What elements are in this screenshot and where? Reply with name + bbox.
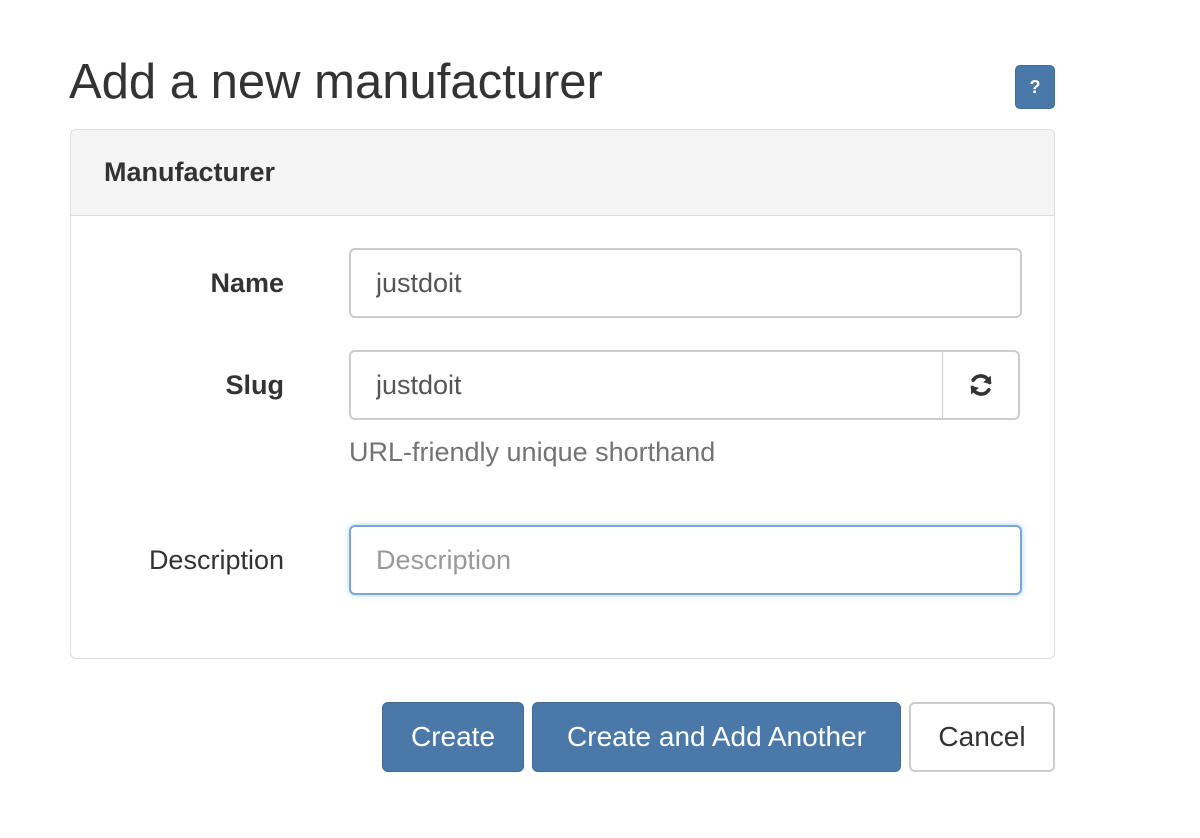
help-icon: ? [1029, 76, 1041, 97]
slug-input[interactable] [349, 350, 943, 420]
manufacturer-panel: Manufacturer Name Slug URL-friendly uniq… [70, 129, 1055, 659]
description-input[interactable] [349, 525, 1022, 595]
name-input[interactable] [349, 248, 1022, 318]
create-button[interactable]: Create [382, 702, 524, 772]
description-label: Description [148, 545, 284, 575]
name-label: Name [210, 268, 284, 298]
refresh-icon [970, 374, 991, 396]
help-button[interactable]: ? [1015, 65, 1055, 109]
regenerate-slug-button[interactable] [942, 350, 1020, 420]
create-and-add-another-button[interactable]: Create and Add Another [532, 702, 901, 772]
panel-heading: Manufacturer [71, 130, 1054, 216]
slug-help-text: URL-friendly unique shorthand [349, 437, 716, 467]
page: Add a new manufacturer ? Manufacturer Na… [0, 0, 1200, 838]
slug-label: Slug [225, 370, 285, 400]
cancel-button[interactable]: Cancel [909, 702, 1055, 772]
page-title: Add a new manufacturer [69, 55, 603, 109]
